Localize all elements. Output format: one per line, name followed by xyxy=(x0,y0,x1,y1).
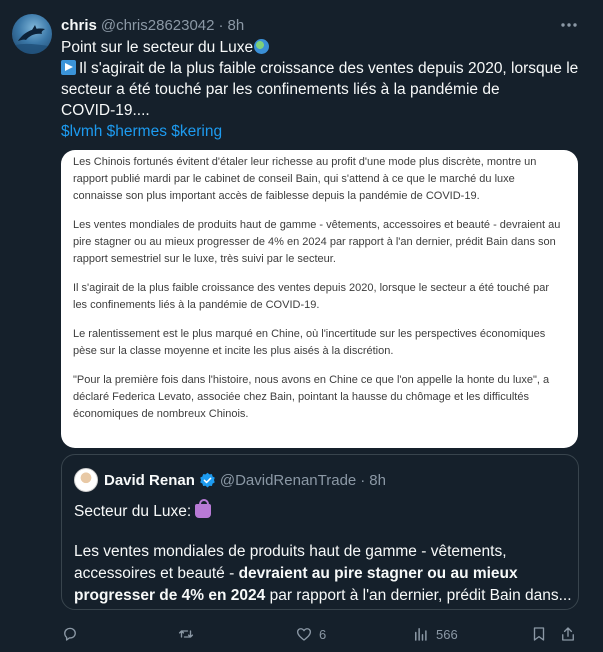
tweet-header: chris @chris28623042 · 8h xyxy=(61,15,591,35)
image-paragraph-5: "Pour la première fois dans l'histoire, … xyxy=(73,374,550,420)
tweet-text-2: Il s'agirait de la plus faible croissanc… xyxy=(79,60,579,77)
dolphin-icon xyxy=(16,25,48,54)
more-options-icon[interactable] xyxy=(559,15,579,35)
cashtag-links[interactable]: $lvmh $hermes $kering xyxy=(61,121,222,142)
tweet-text-1: Point sur le secteur du Luxe xyxy=(61,39,254,56)
attached-image[interactable]: Les Chinois fortunés évitent d'étaler le… xyxy=(61,150,578,448)
quoted-author-avatar xyxy=(74,468,98,492)
image-paragraph-4: Le ralentissement est le plus marqué en … xyxy=(73,328,546,357)
quoted-text-2b: devraient au pire stagner ou au mieux xyxy=(238,565,518,582)
quoted-text-line-2: accessoires et beauté - devraient au pir… xyxy=(74,563,518,585)
tweet-text-4: COVID-19.... xyxy=(61,102,150,119)
verified-badge-icon xyxy=(200,472,215,487)
quoted-author-name: David Renan xyxy=(104,471,195,489)
tweet-text-line-1: Point sur le secteur du Luxe xyxy=(61,37,270,58)
image-paragraph-2: Les ventes mondiales de produits haut de… xyxy=(73,219,561,265)
quoted-text-line-3: progresser de 4% en 2024 par rapport à l… xyxy=(74,585,572,607)
header-separator: · xyxy=(218,16,224,34)
quoted-tweet[interactable]: David Renan @DavidRenanTrade · 8h Secteu… xyxy=(61,454,579,610)
quoted-text-3b: par rapport à l'an dernier, prédit Bain … xyxy=(265,587,572,604)
quoted-title-line: Secteur du Luxe: xyxy=(74,499,212,523)
author-handle[interactable]: @chris28623042 xyxy=(101,17,215,34)
views-button[interactable]: 566 xyxy=(412,624,458,644)
quoted-header-separator: · xyxy=(360,471,366,489)
retweet-icon xyxy=(178,630,194,638)
like-count: 6 xyxy=(319,626,327,642)
heart-icon xyxy=(296,628,312,641)
image-paragraph-1: Les Chinois fortunés évitent d'étaler le… xyxy=(73,156,537,202)
quoted-tweet-header: David Renan @DavidRenanTrade · 8h xyxy=(74,468,386,492)
tweet[interactable]: chris @chris28623042 · 8h Point sur le s… xyxy=(0,0,603,652)
play-button-emoji-icon xyxy=(61,60,76,75)
quoted-text-1: Les ventes mondiales de produits haut de… xyxy=(74,543,507,560)
reply-icon xyxy=(64,627,76,641)
share-button[interactable] xyxy=(559,624,577,644)
quoted-timestamp: 8h xyxy=(369,471,386,489)
quoted-text-3a: progresser de 4% en 2024 xyxy=(74,587,266,604)
author-avatar[interactable] xyxy=(12,14,52,54)
tweet-timestamp[interactable]: 8h xyxy=(228,17,245,34)
bookmark-button[interactable] xyxy=(530,624,548,644)
bookmark-icon xyxy=(533,627,545,641)
share-icon xyxy=(562,627,574,641)
reply-button[interactable] xyxy=(61,624,85,644)
image-paragraph-3: Il s'agirait de la plus faible croissanc… xyxy=(73,282,549,311)
quoted-title: Secteur du Luxe: xyxy=(74,503,192,520)
tweet-text-line-2: Il s'agirait de la plus faible croissanc… xyxy=(61,58,578,79)
quoted-text-2a: accessoires et beauté - xyxy=(74,565,239,582)
globe-emoji-icon xyxy=(254,39,270,54)
retweet-button[interactable] xyxy=(177,624,201,644)
views-chart-icon xyxy=(415,628,427,641)
action-bar: 6 566 xyxy=(61,624,591,644)
handbag-emoji-icon xyxy=(195,499,212,518)
tweet-text-3: secteur a été touché par les confinement… xyxy=(61,81,500,98)
like-button[interactable]: 6 xyxy=(295,624,326,644)
views-count: 566 xyxy=(436,626,458,642)
quoted-author-handle: @DavidRenanTrade xyxy=(219,471,357,489)
author-name[interactable]: chris xyxy=(61,17,97,34)
